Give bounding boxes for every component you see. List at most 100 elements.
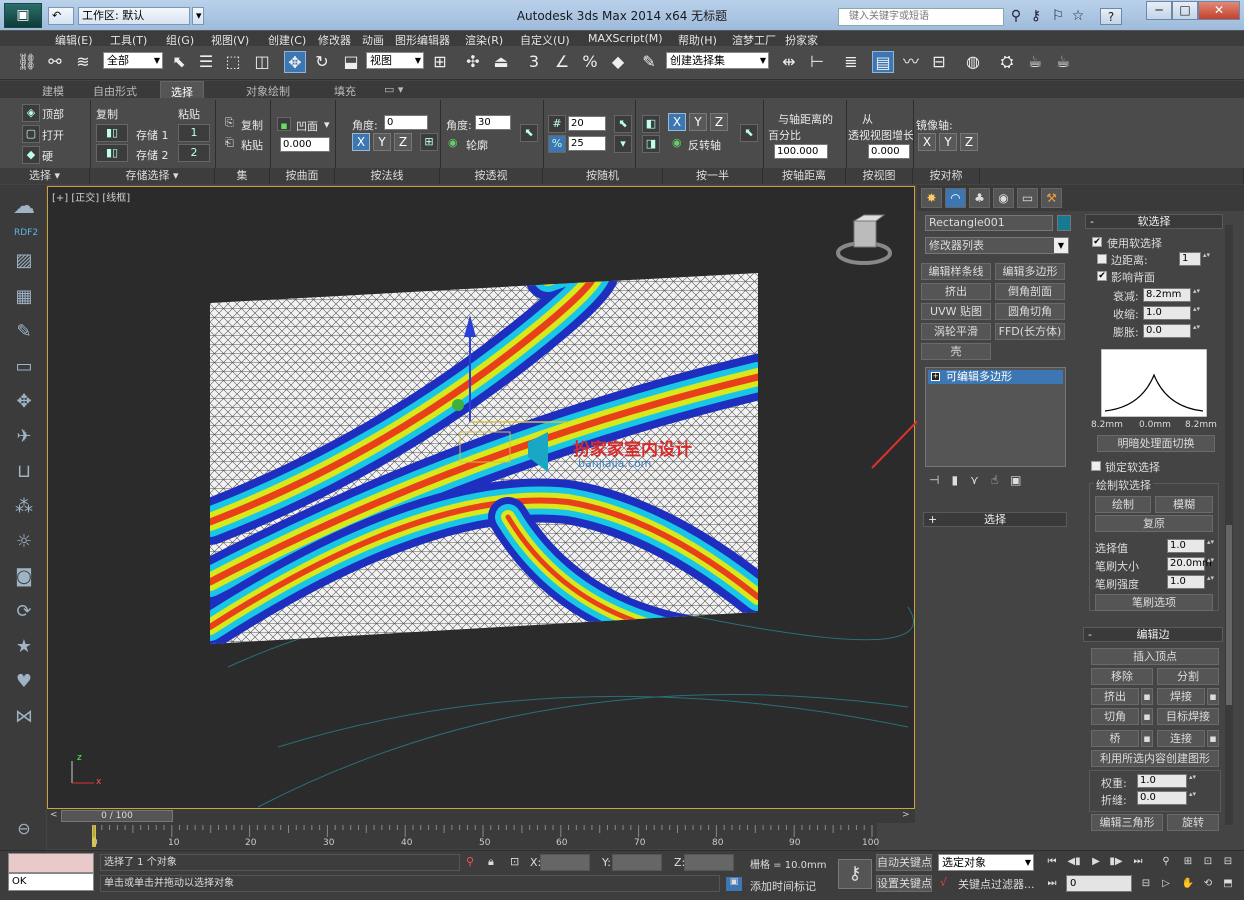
concave-label[interactable]: 凹面 (296, 118, 318, 134)
set-key-button[interactable]: 设置关键点 (876, 875, 932, 892)
crease-input[interactable]: 0.0 (1137, 791, 1199, 805)
current-frame-input[interactable]: 0 (1066, 875, 1132, 892)
star-icon[interactable]: ☆ (1069, 8, 1087, 24)
connect-button[interactable]: 连接 (1157, 730, 1205, 747)
search-input[interactable]: 键入关键字或短语 (838, 8, 1004, 26)
group-select[interactable]: 选择 ▾ (0, 168, 90, 184)
split-button[interactable]: 分割 (1157, 668, 1219, 685)
concave-dropdown-icon[interactable]: ▾ (324, 118, 330, 131)
normal-y-button[interactable]: Y (373, 133, 391, 151)
edit-poly-button[interactable]: 编辑多边形 (995, 263, 1065, 280)
spinner-snap-icon[interactable]: ◆ (607, 51, 629, 73)
lock-icon[interactable]: 🔒︎ (488, 855, 494, 869)
random-more-icon[interactable]: ▾ (614, 135, 632, 153)
gizmo-center[interactable] (452, 399, 464, 411)
display-tab-icon[interactable]: ▭ (1017, 188, 1038, 208)
key-icon[interactable]: ⚷ (1027, 8, 1045, 24)
key-mode-icon[interactable]: ⏭ (1044, 877, 1060, 891)
motion-tab-icon[interactable]: ◉ (993, 188, 1014, 208)
affect-backfacing-checkbox[interactable]: ✔ (1097, 271, 1107, 281)
utilities-tab-icon[interactable]: ⚒ (1041, 188, 1062, 208)
chamfer-settings-icon[interactable]: ▪ (1141, 708, 1153, 725)
half-apply-icon[interactable]: ⬉ (740, 124, 758, 142)
use-soft-checkbox[interactable]: ✔ (1092, 237, 1102, 247)
random-percent-icon[interactable]: % (548, 135, 566, 153)
key-filters-button[interactable]: 关键点过滤器... (958, 876, 1035, 892)
connect-settings-icon[interactable]: ▪ (1207, 730, 1219, 747)
layer-manager-icon[interactable]: ≣ (840, 51, 862, 73)
named-selection-sets-dropdown[interactable]: 创建选择集 (666, 52, 769, 69)
select-object-icon[interactable]: ⬉ (168, 51, 190, 73)
heart-icon[interactable]: ♥ (12, 670, 36, 694)
refresh-icon[interactable]: ⟳ (12, 600, 36, 624)
select-rotate-icon[interactable]: ↻ (311, 51, 333, 73)
pivot-percent-input[interactable]: 100.000 (774, 144, 828, 159)
manipulate-icon[interactable]: ✣ (462, 51, 484, 73)
unlink-icon[interactable]: ⚯ (44, 51, 66, 73)
pan-icon[interactable]: ✋ (1180, 877, 1196, 891)
zoom-all-icon[interactable]: ⊞ (1180, 855, 1196, 869)
chamfer-button[interactable]: 切角 (1091, 708, 1139, 725)
fov-icon[interactable]: ▷ (1158, 877, 1174, 891)
key-set-dropdown[interactable]: 选定对象 (938, 854, 1034, 871)
remove-button[interactable]: 移除 (1091, 668, 1153, 685)
camera-icon[interactable]: ◙ (12, 565, 36, 589)
select-top-icon[interactable]: ◈ (22, 104, 40, 122)
store1-paste-icon[interactable]: 1 (178, 124, 210, 142)
bubble-input[interactable]: 0.0 (1143, 324, 1203, 338)
close-button[interactable]: ✕ (1198, 1, 1240, 20)
object-name-input[interactable]: Rectangle001 (925, 215, 1053, 231)
ffd-box-button[interactable]: FFD(长方体) (995, 323, 1065, 340)
edge-distance-input[interactable]: 1 (1179, 252, 1213, 266)
edit-spline-button[interactable]: 编辑样条线 (921, 263, 991, 280)
set-paste-label[interactable]: 粘贴 (241, 137, 263, 153)
select-hard-icon[interactable]: ◆ (22, 146, 40, 164)
shaded-face-toggle-button[interactable]: 明暗处理面切换 (1097, 435, 1215, 452)
weight-input[interactable]: 1.0 (1137, 774, 1199, 788)
shell-button[interactable]: 壳 (921, 343, 991, 360)
chevron-down-icon[interactable]: ▼ (1054, 238, 1068, 253)
insert-vertex-button[interactable]: 插入顶点 (1091, 648, 1219, 665)
random-select-icon[interactable]: ⬉ (614, 115, 632, 133)
uvw-map-button[interactable]: UVW 贴图 (921, 303, 991, 320)
timeline-ruler[interactable]: 0 10 20 30 40 50 60 70 80 90 100 (47, 823, 879, 849)
undo-button[interactable]: ↶ (48, 7, 74, 25)
stack-tools-icons[interactable]: ⊣▮⋎☝▣ (929, 473, 1034, 487)
time-config-icon[interactable]: ⊟ (1138, 877, 1154, 891)
tab-modeling[interactable]: 建模 (42, 83, 64, 99)
set-paste-icon[interactable]: ⎗ (225, 136, 234, 150)
extrude-settings-icon[interactable]: ▪ (1141, 688, 1153, 705)
prev-frame-icon[interactable]: < (50, 810, 58, 820)
maxscript-listener-pink[interactable] (8, 853, 94, 873)
bridge-button[interactable]: 桥 (1091, 730, 1139, 747)
edit-triangles-button[interactable]: 编辑三角形 (1091, 814, 1163, 831)
pivot-center-icon[interactable]: ⊞ (429, 51, 451, 73)
group-stored-selection[interactable]: 存储选择 ▾ (90, 168, 215, 184)
align-icon[interactable]: ⊢ (806, 51, 828, 73)
flip-axis-icon[interactable]: ◉ (672, 136, 682, 149)
normal-x-button[interactable]: X (352, 133, 370, 151)
x-coord-input[interactable] (540, 854, 590, 871)
move-icon[interactable]: ✥ (12, 390, 36, 414)
quick-access-menu-icon[interactable]: ▾ (192, 7, 204, 25)
time-slider[interactable]: < 0 / 100 > (47, 809, 915, 823)
persp-select-icon[interactable]: ⬉ (520, 124, 538, 142)
weld-button[interactable]: 焊接 (1157, 688, 1205, 705)
half-z-button[interactable]: Z (710, 113, 728, 131)
half-select-icon[interactable]: ◧ (642, 115, 660, 133)
paint-button[interactable]: 绘制 (1095, 496, 1151, 513)
add-time-tag-label[interactable]: 添加时间标记 (750, 878, 816, 894)
rect-selection-icon[interactable]: ⬚ (222, 51, 244, 73)
help-button[interactable]: ? (1100, 8, 1122, 25)
outline-label[interactable]: 轮廓 (466, 137, 488, 153)
edit-named-sets-icon[interactable]: ✎ (638, 51, 660, 73)
surface-value[interactable]: 0.000 (280, 137, 330, 152)
next-frame-icon[interactable]: > (902, 810, 910, 820)
store2-paste-icon[interactable]: 2 (178, 144, 210, 162)
render-frame-icon[interactable]: ☕ (1024, 51, 1046, 73)
window-crossing-icon[interactable]: ◫ (251, 51, 273, 73)
outline-icon[interactable]: ◉ (448, 136, 458, 149)
minimize-button[interactable]: ─ (1146, 1, 1172, 20)
select-open-label[interactable]: 打开 (42, 127, 64, 143)
snap-toggle-icon[interactable]: 3 (523, 51, 545, 73)
